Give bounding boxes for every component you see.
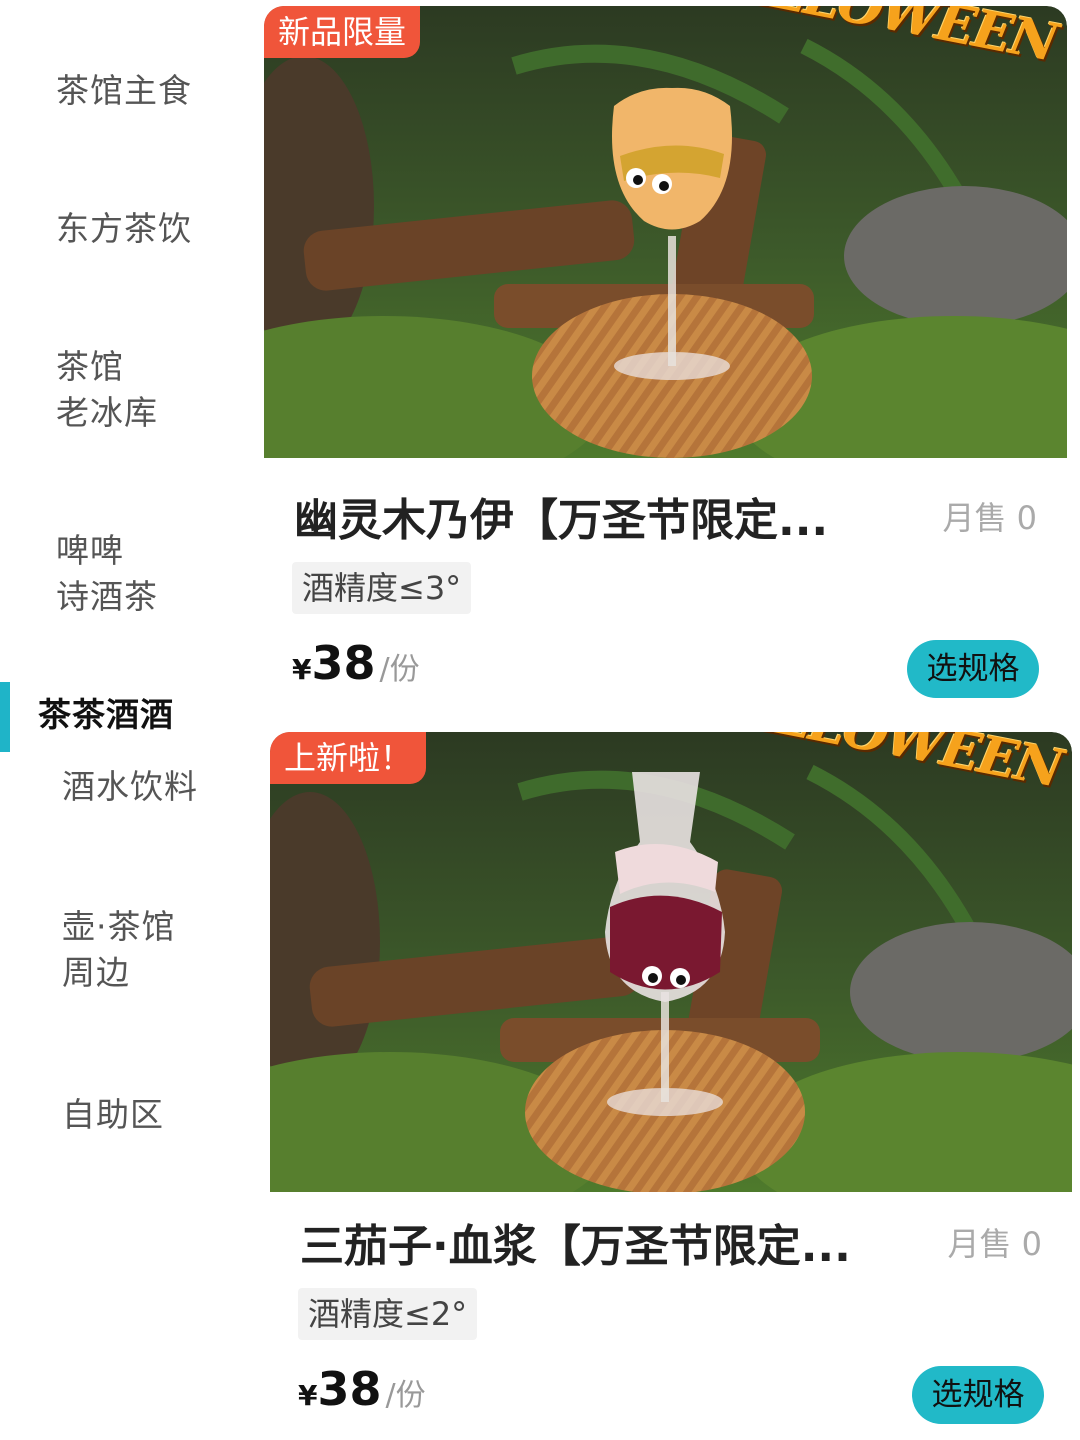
select-spec-button[interactable]: 选规格 <box>912 1366 1044 1424</box>
monthly-sales: 月售 0 <box>947 1225 1042 1263</box>
select-spec-button[interactable]: 选规格 <box>907 640 1039 698</box>
monthly-sales: 月售 0 <box>942 499 1037 537</box>
sidebar-item-main-food[interactable]: 茶馆主食 <box>56 68 192 114</box>
price-symbol: ¥ <box>298 1379 318 1412</box>
product-title: 幽灵木乃伊【万圣节限定... <box>294 495 829 546</box>
product-price: ¥38/份 <box>292 636 420 690</box>
product-photo[interactable] <box>264 6 1067 458</box>
alcohol-tag: 酒精度≤2° <box>298 1288 478 1340</box>
product-title: 三茄子·血浆【万圣节限定... <box>300 1221 851 1272</box>
sidebar-item-drinks[interactable]: 酒水饮料 <box>62 764 198 810</box>
sidebar-item-self-service[interactable]: 自助区 <box>62 1092 164 1138</box>
alcohol-tag: 酒精度≤3° <box>292 562 472 614</box>
product-badge: 新品限量 <box>264 6 421 58</box>
category-sidebar: 茶馆主食 东方茶饮 茶馆 老冰库 啤啤 诗酒茶 茶茶酒酒 酒水饮料 壶·茶馆 周… <box>0 0 245 1440</box>
sidebar-item-ice-storage[interactable]: 茶馆 老冰库 <box>56 344 158 436</box>
sidebar-item-merch[interactable]: 壶·茶馆 周边 <box>62 904 176 996</box>
price-symbol: ¥ <box>292 653 312 686</box>
price-value: 38 <box>317 1362 382 1416</box>
price-value: 38 <box>311 636 376 690</box>
mummy-cocktail-photo <box>264 6 1067 458</box>
product-photo[interactable] <box>270 732 1072 1192</box>
price-unit: /份 <box>385 1378 426 1413</box>
product-price: ¥38/份 <box>298 1362 426 1416</box>
product-card[interactable]: 上新啦！ HALLOWEEN 三茄子·血浆【万圣节限定... 月售 0 酒精度≤… <box>270 732 1072 1440</box>
product-badge: 上新啦！ <box>270 732 427 784</box>
blood-cocktail-photo <box>270 732 1072 1192</box>
sidebar-item-eastern-tea[interactable]: 东方茶饮 <box>56 206 192 252</box>
price-unit: /份 <box>379 652 420 687</box>
sidebar-item-tea-wine[interactable]: 茶茶酒酒 <box>38 692 174 738</box>
sidebar-item-beer-tea[interactable]: 啤啤 诗酒茶 <box>56 528 158 620</box>
menu-screen: 茶馆主食 东方茶饮 茶馆 老冰库 啤啤 诗酒茶 茶茶酒酒 酒水饮料 壶·茶馆 周… <box>0 0 1080 1440</box>
product-card[interactable]: 新品限量 HALLOWEEN 幽灵木乃伊【万圣节限定... 月售 0 酒精度≤3… <box>264 6 1067 698</box>
sidebar-active-indicator <box>0 682 10 752</box>
